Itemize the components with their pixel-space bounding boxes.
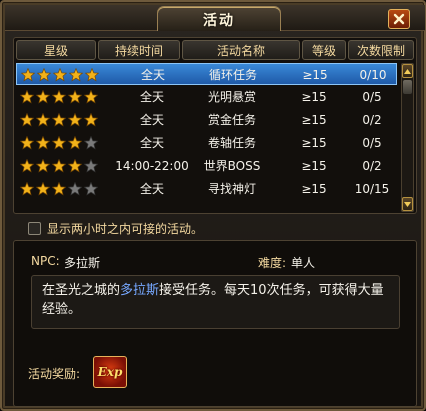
row-star-rating [18,86,100,108]
star-filled-icon [21,68,35,82]
star-empty-icon [84,182,98,196]
star-filled-icon [20,136,34,150]
difficulty-value: 单人 [291,256,316,270]
star-filled-icon [84,113,98,127]
header-duration[interactable]: 持续时间 [98,40,180,60]
row-star-rating [18,155,100,177]
star-empty-icon [84,136,98,150]
row-level: ≥15 [302,68,328,82]
row-level: ≥15 [301,159,327,173]
header-activity-name[interactable]: 活动名称 [182,40,300,60]
difficulty-label: 难度: [258,256,287,270]
row-activity-name: 寻找神灯 [207,182,256,196]
row-activity-name: 赏金任务 [207,113,256,127]
npc-value: 多拉斯 [64,256,101,270]
two-hour-filter[interactable]: 显示两小时之内可接的活动。 [28,220,203,236]
row-star-rating [19,64,101,86]
npc-link[interactable]: 多拉斯 [120,283,159,298]
window-title: 活动 [203,13,235,29]
row-star-rating [18,178,100,200]
star-filled-icon [20,113,34,127]
row-limit: 0/2 [362,113,382,127]
row-activity-name: 世界BOSS [203,159,261,173]
star-filled-icon [68,90,82,104]
star-filled-icon [52,90,66,104]
table-row[interactable]: 全天 寻找神灯 ≥15 10/15 [16,178,397,200]
description-text-before: 在圣光之城的 [42,283,121,298]
close-button[interactable] [388,9,410,29]
exp-icon-text: Exp [97,365,123,379]
activity-window: 活动 星级 持续时间 活动名称 等级 次数限制 全天 循环任务 ≥15 0/10 全天光… [0,0,426,411]
table-row[interactable]: 全天 赏金任务 ≥15 0/2 [16,109,397,131]
row-star-rating [18,132,100,154]
star-filled-icon [53,68,67,82]
row-activity-name: 卷轴任务 [207,136,256,150]
star-filled-icon [36,113,50,127]
activity-detail-panel: NPC: 多拉斯 难度: 单人 在圣光之城的多拉斯接受任务。每天10次任务，可获… [13,240,417,407]
exp-reward-icon[interactable]: Exp [93,356,127,388]
star-filled-icon [52,159,66,173]
two-hour-checkbox[interactable] [28,221,41,235]
star-filled-icon [52,182,66,196]
star-filled-icon [36,182,50,196]
star-filled-icon [36,90,50,104]
star-filled-icon [36,159,50,173]
row-level: ≥15 [301,182,327,196]
row-level: ≥15 [301,136,327,150]
activity-description: 在圣光之城的多拉斯接受任务。每天10次任务，可获得大量经验。 [31,275,400,329]
star-filled-icon [52,113,66,127]
star-filled-icon [68,113,82,127]
row-limit: 10/15 [354,182,390,196]
arrow-up-icon [404,68,411,74]
star-filled-icon [36,136,50,150]
row-level: ≥15 [301,113,327,127]
title-bar: 活动 [5,5,425,31]
row-limit: 0/2 [362,159,382,173]
list-scrollbar[interactable] [401,63,414,212]
star-filled-icon [20,182,34,196]
star-filled-icon [20,90,34,104]
star-empty-icon [84,159,98,173]
header-level[interactable]: 等级 [302,40,346,60]
close-icon [393,13,405,25]
table-row[interactable]: 14:00-22:00 世界BOSS ≥15 0/2 [16,155,397,177]
star-filled-icon [68,136,82,150]
npc-label: NPC: [31,254,60,268]
arrow-down-icon [404,201,411,207]
header-star[interactable]: 星级 [16,40,96,60]
star-filled-icon [85,68,99,82]
star-empty-icon [68,182,82,196]
star-filled-icon [52,136,66,150]
scroll-thumb[interactable] [403,80,412,94]
star-filled-icon [68,159,82,173]
star-filled-icon [84,90,98,104]
table-row[interactable]: 全天 光明悬赏 ≥15 0/5 [16,86,397,108]
table-header: 星级 持续时间 活动名称 等级 次数限制 [16,40,414,60]
reward-label: 活动奖励: [28,367,81,381]
table-row[interactable]: 全天 卷轴任务 ≥15 0/5 [16,132,397,154]
row-limit: 0/5 [362,90,382,104]
scroll-up-button[interactable] [402,64,413,78]
star-filled-icon [20,159,34,173]
two-hour-filter-label: 显示两小时之内可接的活动。 [47,221,204,236]
header-limit[interactable]: 次数限制 [348,40,414,60]
row-activity-name: 光明悬赏 [207,90,256,104]
star-filled-icon [69,68,83,82]
title-plate: 活动 [157,6,281,31]
star-filled-icon [37,68,51,82]
row-level: ≥15 [301,90,327,104]
row-activity-name: 循环任务 [208,68,257,82]
activity-rows: 全天 循环任务 ≥15 0/10 全天 光明悬赏 ≥15 0/5 全天 赏金任务 ≥15 0/2 全天卷… [16,63,397,211]
table-row[interactable]: 全天 循环任务 ≥15 0/10 [16,63,397,85]
activity-list-panel: 星级 持续时间 活动名称 等级 次数限制 全天 循环任务 ≥15 0/10 全天 光明悬赏… [13,37,417,214]
scroll-down-button[interactable] [402,197,413,211]
row-limit: 0/5 [362,136,382,150]
row-star-rating [18,109,100,131]
row-limit: 0/10 [359,68,387,82]
